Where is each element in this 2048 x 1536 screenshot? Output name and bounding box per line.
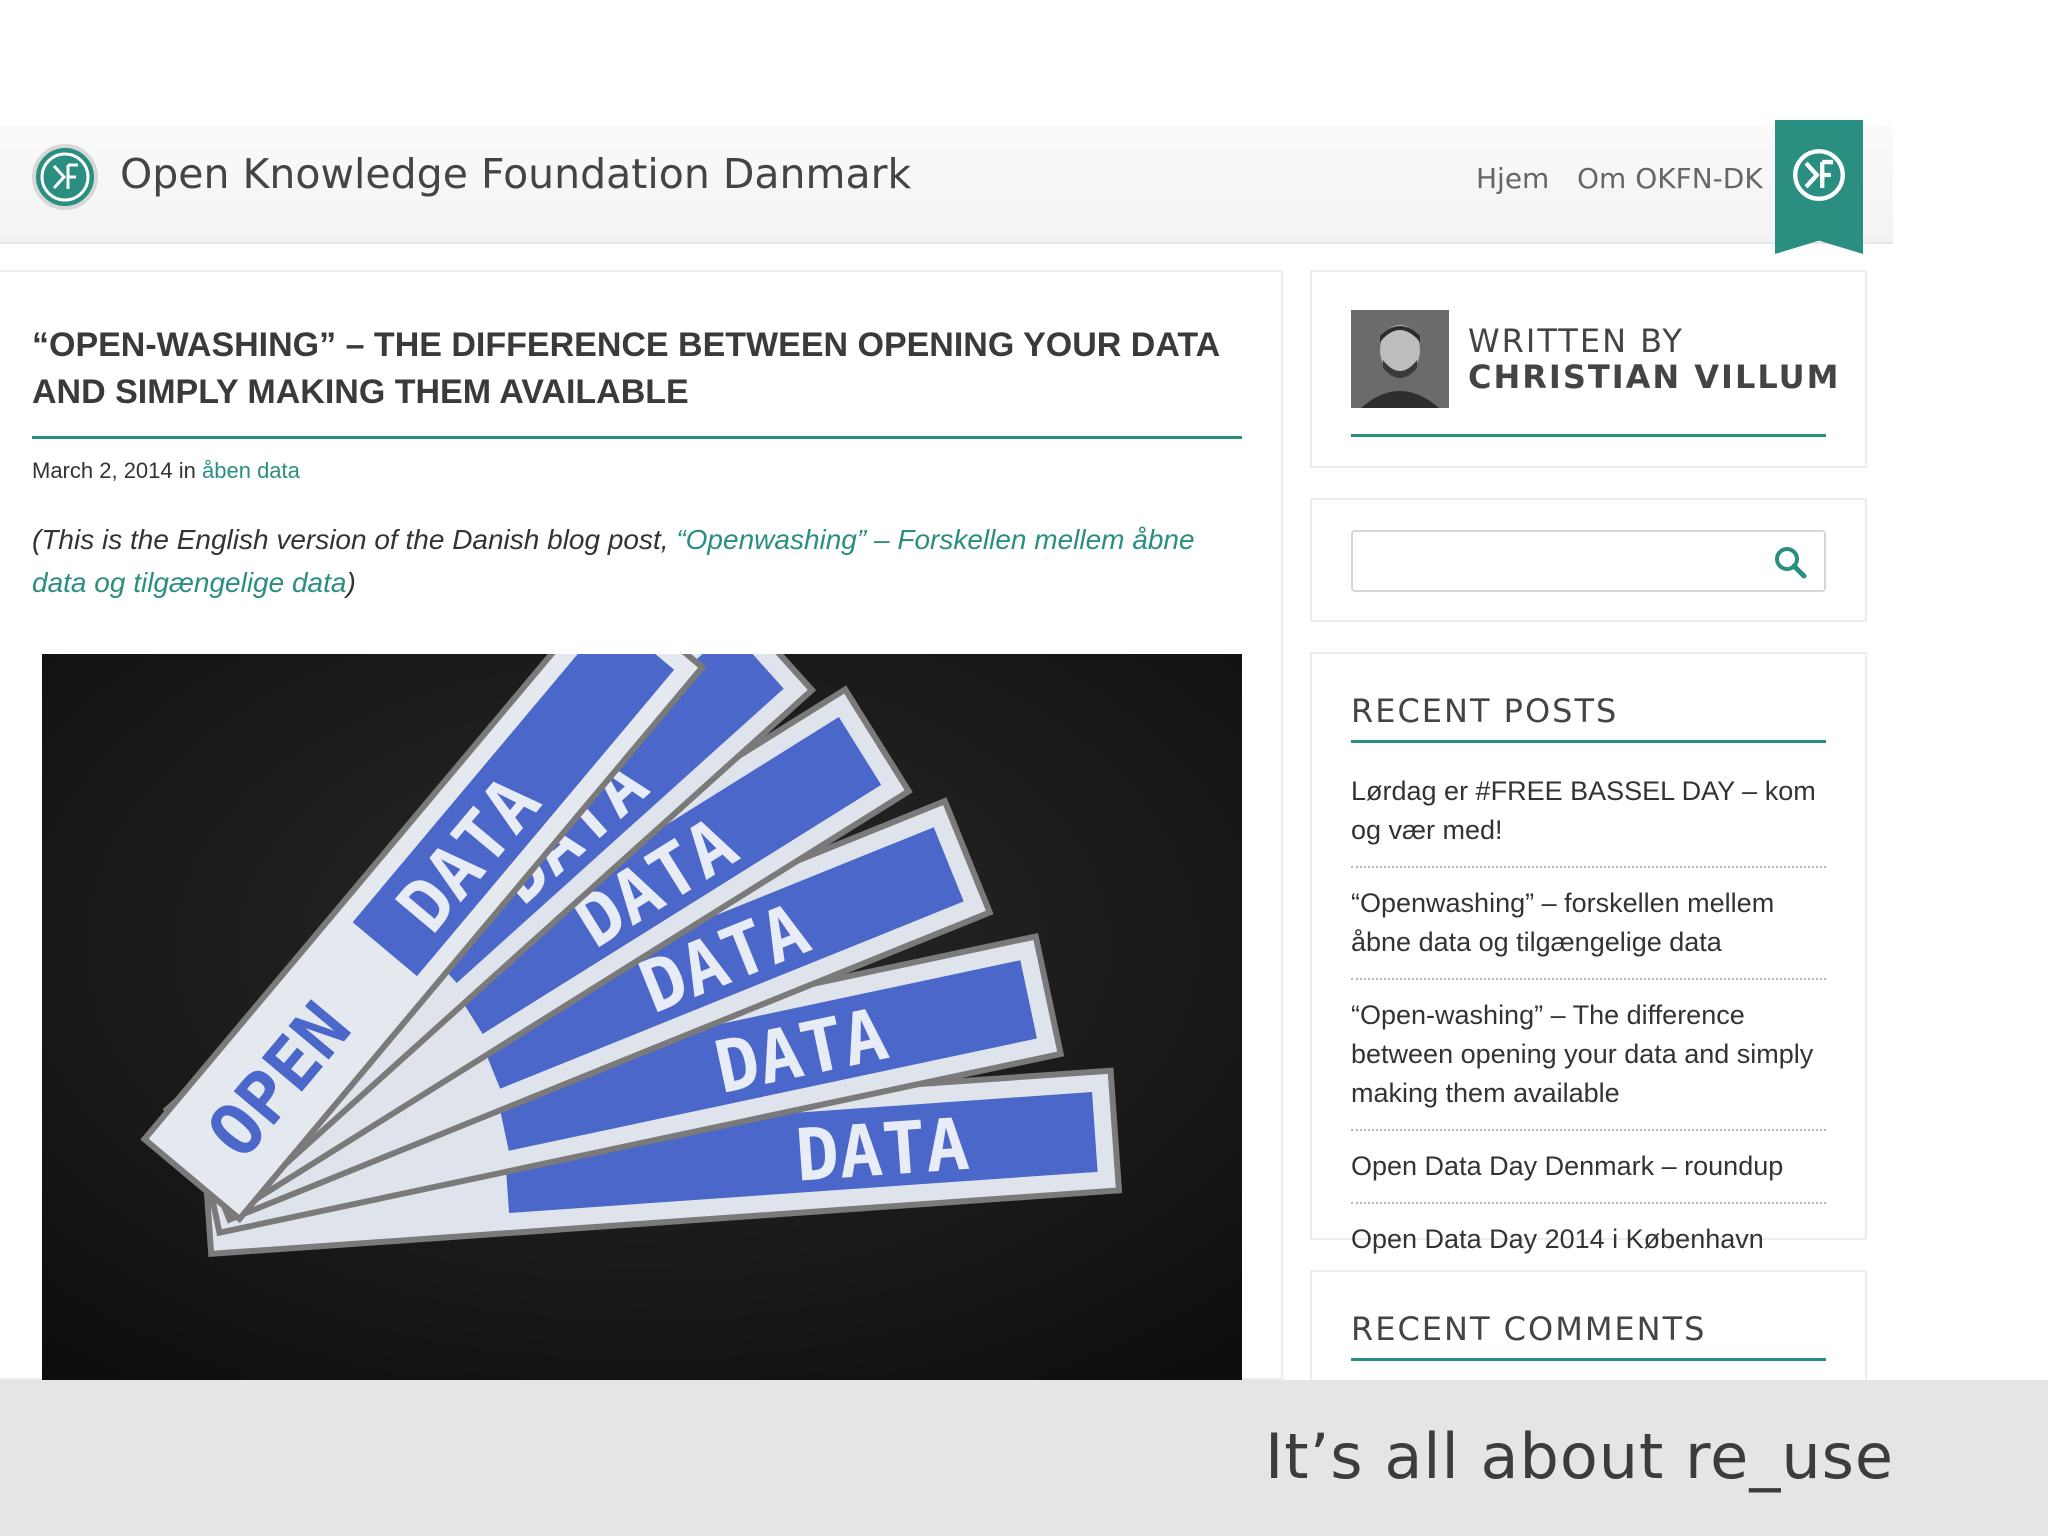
title-divider xyxy=(32,436,1242,439)
nav-about[interactable]: Om OKFN-DK xyxy=(1577,162,1763,195)
okfn-ribbon-icon[interactable] xyxy=(1775,120,1863,254)
post-title[interactable]: “OPEN-WASHING” – THE DIFFERENCE BETWEEN … xyxy=(32,322,1242,416)
recent-post-link[interactable]: Open Data Day Denmark – roundup xyxy=(1351,1131,1826,1204)
recent-posts-title: RECENT POSTS xyxy=(1351,692,1619,730)
recent-posts-divider xyxy=(1351,740,1826,743)
recent-post-link[interactable]: “Open-washing” – The difference between … xyxy=(1351,980,1826,1131)
okfn-logo-icon[interactable] xyxy=(32,144,98,210)
recent-post-link[interactable]: Lørdag er #FREE BASSEL DAY – kom og vær … xyxy=(1351,756,1826,868)
post-photo: DATA DATA DATA DATA DATA OPEN DATA xyxy=(42,654,1242,1382)
post-intro: (This is the English version of the Dani… xyxy=(32,518,1252,604)
post-category-link[interactable]: åben data xyxy=(202,458,300,483)
intro-text-after: ) xyxy=(346,567,356,598)
recent-comments-divider xyxy=(1351,1358,1826,1361)
site-title[interactable]: Open Knowledge Foundation Danmark xyxy=(120,150,911,198)
nav-home[interactable]: Hjem xyxy=(1476,162,1549,195)
recent-comments-title: RECENT COMMENTS xyxy=(1351,1310,1707,1348)
intro-text-before: (This is the English version of the Dani… xyxy=(32,524,677,555)
search-icon[interactable] xyxy=(1770,542,1810,582)
recent-post-link[interactable]: “Openwashing” – forskellen mellem åbne d… xyxy=(1351,868,1826,980)
author-divider xyxy=(1351,434,1826,437)
recent-post-link[interactable]: Open Data Day 2014 i København xyxy=(1351,1204,1826,1275)
search-input[interactable] xyxy=(1351,530,1826,592)
avatar xyxy=(1351,310,1449,408)
photo-label: DATA xyxy=(793,1102,972,1198)
author-name[interactable]: CHRISTIAN VILLUM xyxy=(1468,358,1840,396)
recent-posts-list: Lørdag er #FREE BASSEL DAY – kom og vær … xyxy=(1351,756,1826,1275)
post-meta-in: in xyxy=(178,458,196,483)
written-by-label: WRITTEN BY xyxy=(1468,322,1684,360)
slide-caption: It’s all about re_use xyxy=(1265,1420,1895,1493)
post-date: March 2, 2014 xyxy=(32,458,173,483)
post-meta: March 2, 2014 in åben data xyxy=(32,458,300,484)
